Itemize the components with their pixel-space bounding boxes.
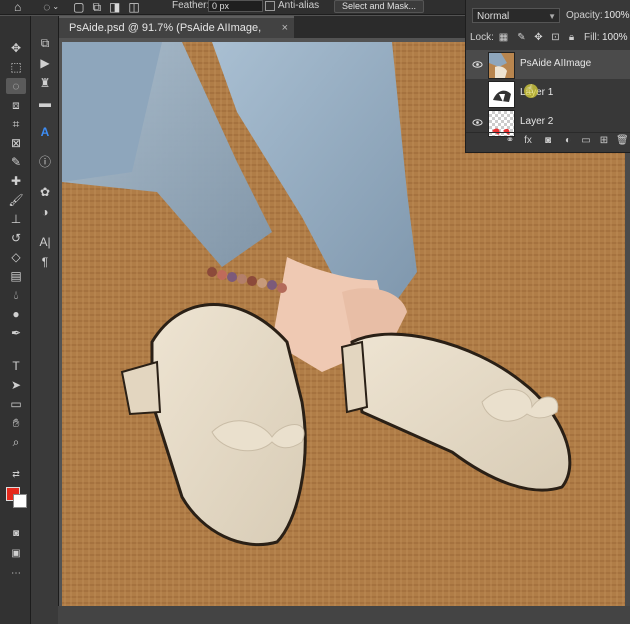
antialias-checkbox[interactable]: [265, 1, 275, 11]
blur-icon[interactable]: 💧︎: [6, 287, 26, 303]
stamp-icon[interactable]: ⊥: [6, 211, 26, 227]
lock-all-icon[interactable]: 🔒︎: [566, 32, 577, 43]
dodge-icon[interactable]: ●: [6, 306, 26, 322]
new-selection-icon[interactable]: ▢: [73, 1, 84, 13]
add-selection-icon[interactable]: ⧉: [92, 1, 101, 13]
eye-icon[interactable]: [472, 117, 483, 128]
feather-input[interactable]: 0 px: [208, 0, 263, 12]
opacity-value[interactable]: 100%: [604, 10, 630, 21]
move-icon[interactable]: ✥: [6, 40, 26, 56]
zoom-icon[interactable]: ⌕: [6, 434, 26, 450]
feather-label: Feather:: [172, 0, 210, 11]
preset-chevron-icon[interactable]: ⌄: [52, 1, 59, 13]
adjust-icon[interactable]: ⧉: [35, 34, 55, 52]
document-tab[interactable]: PsAide.psd @ 91.7% (PsAide AIImage, RGB/…: [59, 16, 294, 54]
plugin-icon[interactable]: ♜: [35, 74, 55, 92]
opacity-label: Opacity:: [566, 10, 603, 21]
marquee-icon[interactable]: ⬚: [6, 59, 26, 75]
antialias-label: Anti-alias: [278, 0, 320, 11]
healing-icon[interactable]: ✚: [6, 173, 26, 189]
secondary-panel-strip: ⧉ ▶ ♜ ▬ A ⓘ ✿ ◑ A| ¶: [31, 16, 59, 624]
chevron-down-icon: ▼: [548, 12, 556, 21]
new-group-icon[interactable]: ▭: [580, 135, 592, 146]
layer-name: Layer 2: [520, 116, 554, 127]
pen-icon[interactable]: ✒: [6, 325, 26, 341]
layers-panel: Normal ▼ Opacity: 100% Lock: ▦ ✎ ✥ ⊡ 🔒︎ …: [465, 0, 630, 153]
lasso-icon[interactable]: ◌: [6, 78, 26, 94]
play-icon[interactable]: ▶: [35, 54, 55, 72]
quick-mask-icon[interactable]: ◙: [6, 526, 26, 542]
lock-artboard-icon[interactable]: ⊡: [550, 32, 561, 43]
layer-row-psaide-aiimage[interactable]: PsAide AIImage: [466, 50, 630, 79]
hand-icon[interactable]: ✋︎: [6, 415, 26, 431]
styles-icon[interactable]: ◑: [35, 203, 55, 221]
intersect-selection-icon[interactable]: ◫: [128, 1, 139, 13]
adjustment-layer-icon[interactable]: ◐: [562, 135, 574, 146]
swatches-icon[interactable]: ✿: [35, 183, 55, 201]
gradient-icon[interactable]: ▤: [6, 268, 26, 284]
close-icon[interactable]: ×: [282, 18, 288, 38]
eye-icon[interactable]: [472, 59, 483, 70]
type-icon[interactable]: T: [6, 358, 26, 374]
paragraph-icon[interactable]: ¶: [35, 253, 55, 271]
lock-position-icon[interactable]: ✥: [533, 32, 544, 43]
comment-icon[interactable]: ▬: [35, 94, 55, 112]
screen-mode-icon[interactable]: ▣: [6, 546, 26, 562]
new-layer-icon[interactable]: ⊞: [598, 135, 610, 146]
frame-icon[interactable]: ⊠: [6, 135, 26, 151]
layer-row-layer-1[interactable]: Layer 1: [466, 79, 630, 108]
link-layers-icon[interactable]: ⚭: [504, 135, 516, 146]
brush-icon[interactable]: 🖌︎: [6, 192, 26, 208]
shape-icon[interactable]: ▭: [6, 396, 26, 412]
lasso-tool-preset-icon[interactable]: ◌: [43, 1, 50, 13]
character-icon[interactable]: A|: [35, 233, 55, 251]
layer-name: PsAide AIImage: [520, 58, 592, 69]
delete-layer-icon[interactable]: 🗑︎: [616, 135, 629, 146]
object-select-icon[interactable]: ⧈: [6, 97, 26, 113]
info-icon[interactable]: ⓘ: [35, 153, 55, 171]
crop-icon[interactable]: ⌗: [6, 116, 26, 132]
canvas-bottom-area: [58, 606, 630, 624]
blend-mode-value: Normal: [477, 11, 510, 22]
lock-pixels-icon[interactable]: ✎: [516, 32, 527, 43]
select-and-mask-button[interactable]: Select and Mask...: [334, 0, 424, 13]
hand-cursor-icon: ☝︎: [526, 82, 534, 96]
subtract-selection-icon[interactable]: ◨: [109, 1, 120, 13]
path-select-icon[interactable]: ➤: [6, 377, 26, 393]
swap-colors-icon[interactable]: ⇄: [6, 466, 26, 482]
fill-label: Fill:: [584, 32, 600, 43]
eraser-icon[interactable]: ◇: [6, 249, 26, 265]
layer-thumbnail: [488, 52, 515, 79]
layer-thumbnail: [488, 81, 515, 108]
ai-icon[interactable]: A: [35, 123, 55, 141]
eyedropper-icon[interactable]: ✎: [6, 154, 26, 170]
lock-label: Lock:: [470, 32, 494, 43]
tools-panel: ✥ ⬚ ◌ ⧈ ⌗ ⊠ ✎ ✚ 🖌︎ ⊥ ↺ ◇ ▤ 💧︎ ● ✒ T ➤ ▭ …: [0, 16, 31, 624]
home-icon[interactable]: ⌂: [14, 1, 21, 13]
blend-mode-select[interactable]: Normal ▼: [472, 8, 560, 23]
history-brush-icon[interactable]: ↺: [6, 230, 26, 246]
lock-row: Lock: ▦ ✎ ✥ ⊡ 🔒︎ Fill: 100%: [466, 29, 630, 47]
edit-toolbar-icon[interactable]: ⋯: [6, 566, 26, 582]
background-color-swatch[interactable]: [13, 494, 27, 508]
fx-icon[interactable]: fx: [522, 135, 534, 146]
add-mask-icon[interactable]: ◙: [542, 135, 554, 146]
lock-transparent-icon[interactable]: ▦: [498, 32, 509, 43]
layers-footer: ⚭ fx ◙ ◐ ▭ ⊞ 🗑︎: [466, 132, 630, 151]
fill-value[interactable]: 100%: [602, 32, 628, 43]
